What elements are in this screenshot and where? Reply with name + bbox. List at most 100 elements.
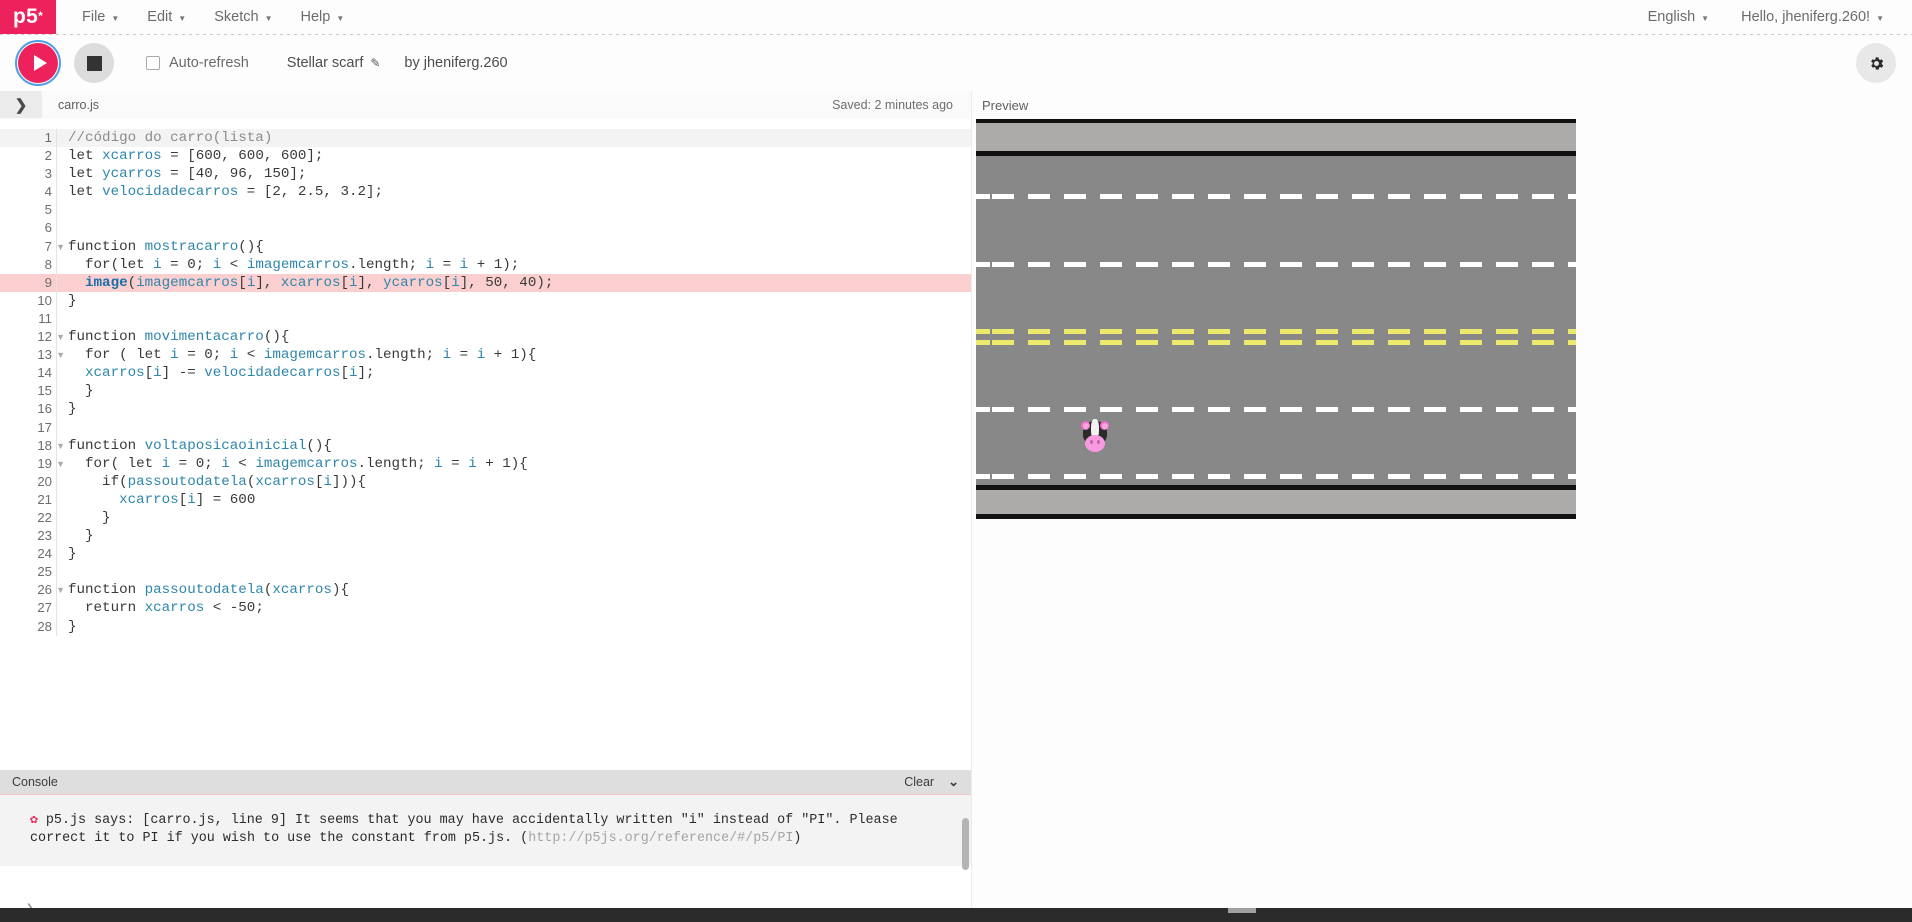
code-line[interactable]: 12 ▼ function movimentacarro(){	[0, 328, 971, 347]
code-line-text: for ( let i = 0; i < imagemcarros.length…	[68, 346, 536, 364]
gutter-divider	[56, 364, 68, 383]
logo-star: *	[38, 9, 44, 23]
line-number: 17	[37, 419, 52, 435]
file-tab-carro-js[interactable]: carro.js	[42, 91, 115, 118]
code-line-text: let xcarros = [600, 600, 600];	[68, 147, 323, 165]
fold-triangle-icon[interactable]: ▼	[56, 455, 65, 473]
sidebar-toggle-button[interactable]: ❯	[0, 91, 42, 118]
code-line[interactable]: 5	[0, 201, 971, 220]
code-line[interactable]: 6	[0, 219, 971, 238]
menu-help[interactable]: Help ▼	[288, 5, 356, 29]
code-line[interactable]: 9 image(imagemcarros[i], xcarros[i], yca…	[0, 273, 971, 292]
browser-bottom-strip	[0, 908, 1912, 922]
checkbox-icon[interactable]	[146, 56, 160, 70]
code-line[interactable]: 13 ▼ for ( let i = 0; i < imagemcarros.le…	[0, 346, 971, 365]
code-line-text: let ycarros = [40, 96, 150];	[68, 165, 306, 183]
gear-icon	[1870, 56, 1883, 70]
sketch-name[interactable]: Stellar scarf ✎	[287, 55, 381, 71]
menu-file[interactable]: File ▼	[70, 5, 131, 29]
code-line[interactable]: 10}	[0, 291, 971, 310]
code-line[interactable]: 1 //código do carro(lista)	[0, 129, 971, 148]
code-line[interactable]: 19 ▼ for( let i = 0; i < imagemcarros.len…	[0, 454, 971, 473]
menu-sketch[interactable]: Sketch ▼	[202, 5, 284, 29]
fold-triangle-icon[interactable]: ▼	[56, 581, 65, 599]
gutter-divider	[56, 400, 68, 419]
settings-button[interactable]	[1856, 43, 1896, 83]
code-token: i	[221, 455, 230, 472]
code-token: }	[68, 528, 94, 545]
code-token: i	[459, 256, 469, 273]
chevron-down-icon[interactable]: ⌄	[948, 774, 959, 790]
center-line-row-2	[976, 340, 1576, 345]
code-token: ];	[357, 365, 375, 382]
code-line[interactable]: 2 let xcarros = [600, 600, 600];	[0, 147, 971, 166]
code-token: ],	[357, 274, 384, 291]
gutter-divider	[56, 527, 68, 546]
code-token: }	[68, 546, 77, 563]
gutter-divider	[56, 309, 68, 329]
code-line[interactable]: 20 if(passoutodatela(xcarros[i])){	[0, 472, 971, 491]
code-token: }	[68, 509, 111, 526]
console-header: Console Clear ⌄	[0, 770, 971, 794]
code-line[interactable]: 18 ▼ function voltaposicaoinicial(){	[0, 436, 971, 455]
pencil-icon[interactable]: ✎	[370, 56, 380, 70]
code-line[interactable]: 26 ▼ function passoutodatela(xcarros){	[0, 581, 971, 600]
code-line[interactable]: 27 return xcarros < -50;	[0, 599, 971, 618]
play-button[interactable]	[15, 40, 61, 86]
line-number: 26 ▼	[0, 581, 65, 599]
code-line[interactable]: 22 }	[0, 508, 971, 528]
code-line[interactable]: 28}	[0, 617, 971, 636]
code-line-text: }	[68, 527, 94, 545]
auto-refresh-toggle[interactable]: Auto-refresh	[146, 55, 249, 71]
code-line[interactable]: 8 for(let i = 0; i < imagemcarros.length…	[0, 255, 971, 274]
code-token: = 0;	[170, 455, 222, 472]
code-token: xcarros	[255, 473, 315, 490]
code-line[interactable]: 7 ▼ function mostracarro(){	[0, 237, 971, 256]
lane-dash-row-4	[976, 474, 1576, 479]
fold-triangle-icon[interactable]: ▼	[56, 346, 65, 364]
account-menu[interactable]: Hello, jheniferg.260! ▼	[1729, 5, 1896, 29]
console-scrollbar[interactable]	[962, 818, 969, 870]
code-line-text: }	[68, 382, 94, 400]
code-line[interactable]: 21 xcarros[i] = 600	[0, 490, 971, 509]
code-token: image	[85, 274, 128, 291]
code-line[interactable]: 15 }	[0, 382, 971, 401]
file-name-label: carro.js	[58, 97, 99, 112]
code-token: }	[68, 618, 77, 635]
code-line[interactable]: 3 let ycarros = [40, 96, 150];	[0, 165, 971, 184]
code-line[interactable]: 25	[0, 563, 971, 582]
code-token: function	[68, 238, 145, 255]
code-line[interactable]: 14 xcarros[i] -= velocidadecarros[i];	[0, 364, 971, 383]
code-line[interactable]: 17	[0, 418, 971, 437]
sketch-canvas[interactable]	[976, 119, 1576, 519]
code-line[interactable]: 11	[0, 309, 971, 329]
console-clear-button[interactable]: Clear	[904, 775, 934, 789]
code-line[interactable]: 24}	[0, 545, 971, 564]
code-token: voltaposicaoinicial	[144, 437, 307, 454]
p5-logo[interactable]: p5 *	[0, 0, 56, 34]
gutter-divider	[56, 617, 68, 636]
fold-triangle-icon[interactable]: ▼	[56, 437, 65, 455]
sketch-author: by jheniferg.260	[404, 55, 508, 71]
code-editor[interactable]: 1 //código do carro(lista) 2 let xcarros = …	[0, 119, 971, 770]
gutter-divider	[56, 165, 68, 184]
menu-edit[interactable]: Edit ▼	[135, 5, 198, 29]
code-line[interactable]: 16}	[0, 400, 971, 419]
code-token: let	[68, 166, 103, 183]
console-output[interactable]: ✿ p5.js says: [carro.js, line 9] It seem…	[0, 794, 971, 894]
fold-triangle-icon[interactable]: ▼	[56, 238, 65, 256]
line-number: 2	[44, 148, 52, 164]
gutter-divider	[56, 201, 68, 220]
line-number: 12 ▼	[0, 328, 65, 346]
language-selector[interactable]: English ▼	[1636, 5, 1721, 29]
stop-button[interactable]	[74, 43, 114, 83]
console-message-link[interactable]: http://p5js.org/reference/#/p5/PI	[528, 831, 793, 846]
code-token: for( let	[68, 455, 162, 472]
code-token: .length;	[357, 455, 435, 472]
code-line[interactable]: 23 }	[0, 527, 971, 546]
fold-triangle-icon[interactable]: ▼	[56, 328, 65, 346]
code-token: return	[68, 600, 145, 617]
logo-text: p5	[12, 4, 39, 28]
code-line[interactable]: 4 let velocidadecarros = [2, 2.5, 3.2];	[0, 183, 971, 202]
line-number: 15	[37, 383, 52, 399]
